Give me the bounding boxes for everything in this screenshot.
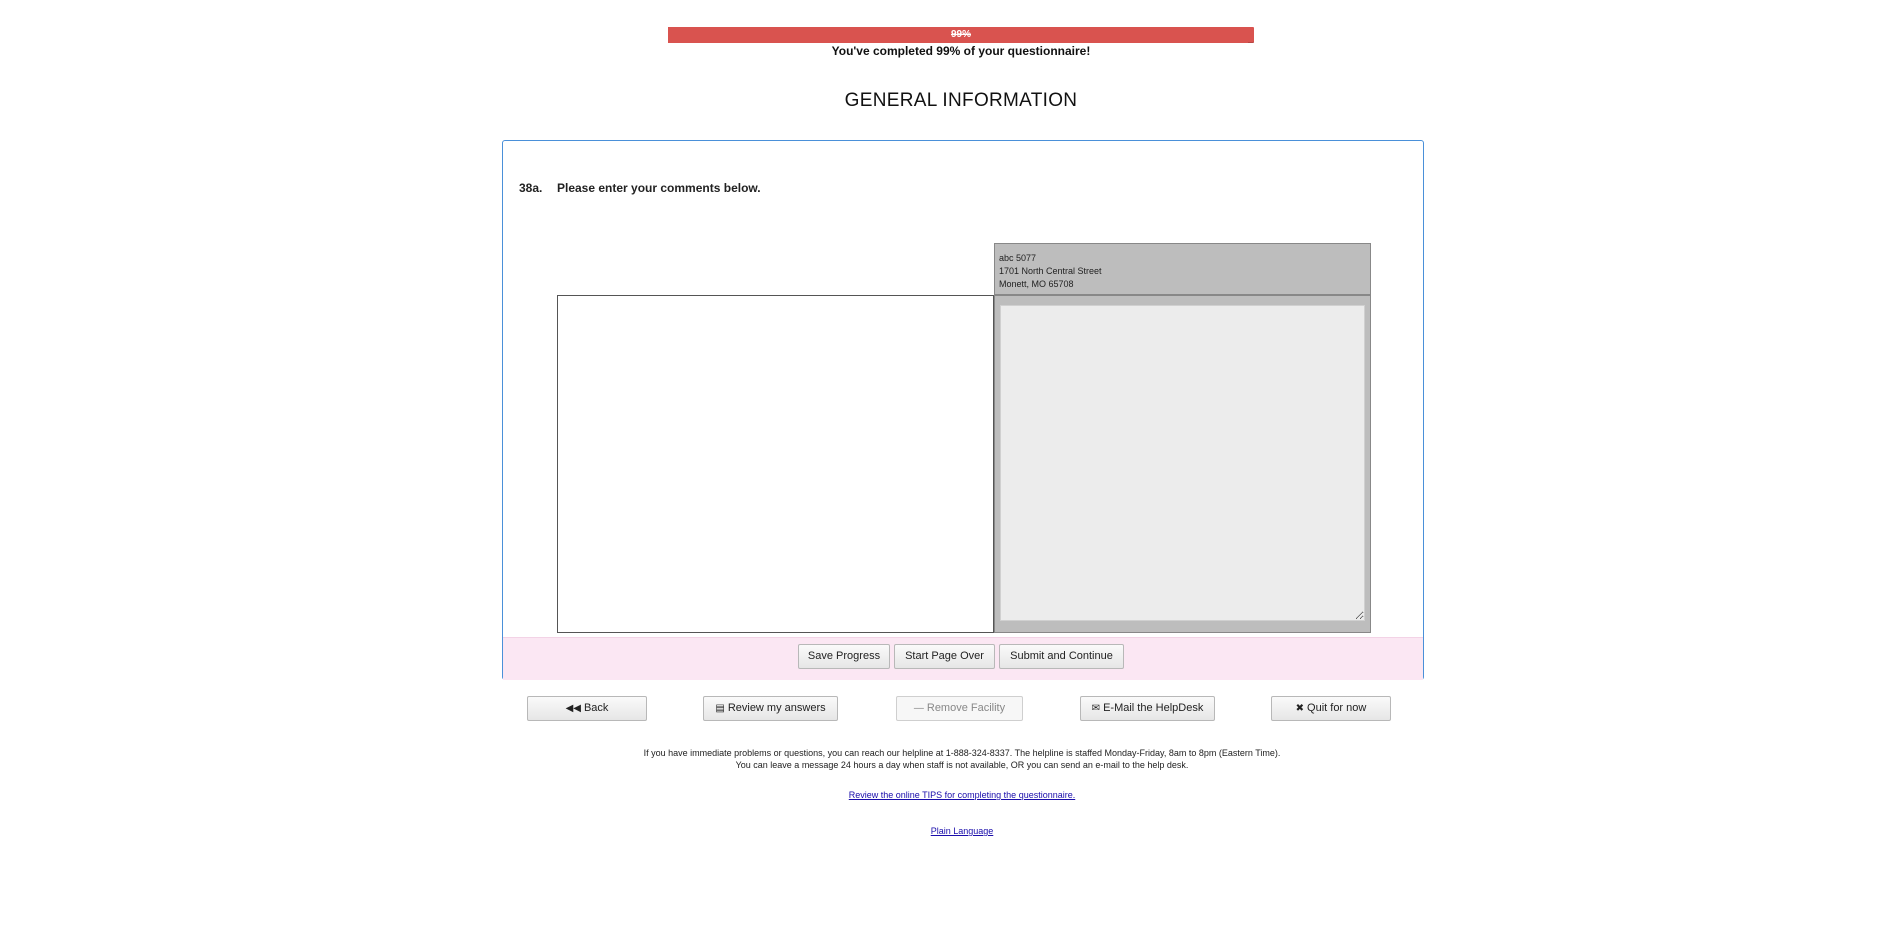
backward-icon: ◀◀	[565, 703, 581, 714]
list-icon: ▤	[715, 703, 725, 714]
facility-address-line2: 1701 North Central Street	[999, 266, 1102, 276]
quit-button-label: Quit for now	[1307, 702, 1367, 714]
back-button-label: Back	[583, 702, 609, 714]
question-text: Please enter your comments below.	[557, 181, 761, 195]
helpline-text: If you have immediate problems or questi…	[560, 747, 1364, 771]
remove-facility-label: Remove Facility	[926, 702, 1006, 714]
minus-icon: —	[913, 703, 924, 714]
back-button[interactable]: ◀◀ Back	[527, 696, 647, 721]
start-page-over-button[interactable]: Start Page Over	[894, 644, 995, 669]
comments-textarea[interactable]	[1000, 305, 1365, 621]
review-answers-button[interactable]: ▤ Review my answers	[703, 696, 838, 721]
progress-percent-label: 99%	[950, 29, 971, 40]
facility-address-line1: abc 5077	[999, 253, 1037, 263]
progress-caption: You've completed 99% of your questionnai…	[831, 44, 1091, 58]
email-helpdesk-button[interactable]: ✉ E-Mail the HelpDesk	[1080, 696, 1215, 721]
progress-bar: 99%	[668, 27, 1254, 43]
tips-link-row: Review the online TIPS for completing th…	[560, 785, 1364, 803]
close-icon: ✖	[1295, 703, 1305, 714]
page-title: GENERAL INFORMATION	[844, 90, 1078, 111]
facility-address-line3: Monett, MO 65708	[999, 279, 1074, 289]
plain-language-link[interactable]: Plain Language	[931, 826, 994, 836]
submit-and-continue-button[interactable]: Submit and Continue	[999, 644, 1124, 669]
remove-facility-button[interactable]: — Remove Facility	[896, 696, 1023, 721]
quit-button[interactable]: ✖ Quit for now	[1271, 696, 1391, 721]
plain-language-row: Plain Language	[560, 821, 1364, 839]
facility-address: abc 5077 1701 North Central Street Monet…	[994, 243, 1371, 295]
envelope-icon: ✉	[1091, 703, 1101, 714]
question-number: 38a.	[519, 181, 543, 195]
tips-link[interactable]: Review the online TIPS for completing th…	[849, 790, 1075, 800]
comment-label-cell	[557, 295, 994, 633]
helpline-line2: You can leave a message 24 hours a day w…	[735, 760, 1189, 770]
comment-cell	[994, 295, 1371, 633]
helpline-line1: If you have immediate problems or questi…	[643, 748, 1281, 758]
save-progress-button[interactable]: Save Progress	[798, 644, 890, 669]
review-answers-label: Review my answers	[727, 702, 826, 714]
email-helpdesk-label: E-Mail the HelpDesk	[1103, 702, 1204, 714]
